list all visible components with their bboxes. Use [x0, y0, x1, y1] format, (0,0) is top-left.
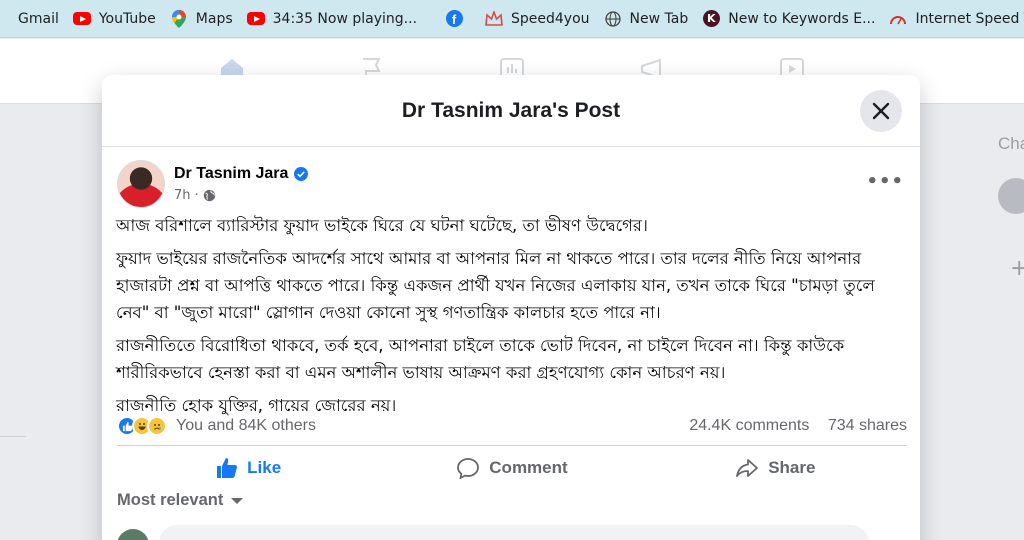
- bookmark-label: Gmail: [18, 10, 59, 27]
- bookmark-label: Maps: [195, 10, 233, 27]
- bookmark-new-tab[interactable]: New Tab: [604, 5, 689, 33]
- comment-icon: [457, 457, 480, 479]
- bookmark-facebook[interactable]: f: [445, 5, 471, 33]
- share-label: Share: [768, 457, 816, 477]
- post-dialog: Dr Tasnim Jara's Post Dr Tasnim Jara 7h …: [102, 75, 920, 540]
- post-header: Dr Tasnim Jara 7h ·: [117, 160, 309, 208]
- dialog-header: Dr Tasnim Jara's Post: [102, 75, 920, 147]
- crown-icon: [485, 10, 503, 28]
- share-icon: [736, 458, 759, 477]
- maps-icon: [170, 9, 188, 28]
- close-icon: [872, 102, 890, 120]
- sad-reaction-icon: [147, 416, 167, 436]
- bookmark-speed4you[interactable]: Speed4you: [485, 5, 590, 33]
- post-text: আজ বরিশালে ব্যারিস্টার ফুয়াদ ভাইকে ঘিরে…: [116, 212, 911, 425]
- bookmark-gmail[interactable]: Gmail: [0, 5, 59, 33]
- more-options-button[interactable]: •••: [866, 171, 904, 192]
- sort-label: Most relevant: [117, 491, 224, 509]
- post-time[interactable]: 7h: [174, 188, 191, 203]
- post-meta: 7h ·: [174, 188, 308, 203]
- k-icon: K: [702, 10, 720, 28]
- thumbs-up-icon: [217, 457, 238, 478]
- reactions-summary: You and 84K others 24.4K comments 734 sh…: [117, 414, 907, 438]
- author-name: Dr Tasnim Jara: [174, 165, 289, 182]
- shares-count[interactable]: 734 shares: [828, 417, 907, 434]
- author-avatar[interactable]: [117, 160, 165, 208]
- avatar: [117, 529, 149, 540]
- dialog-title: Dr Tasnim Jara's Post: [401, 98, 621, 122]
- plus-icon: +: [1010, 256, 1024, 281]
- bookmark-maps[interactable]: Maps: [170, 5, 233, 33]
- comment-input[interactable]: [159, 525, 869, 540]
- comment-label: Comment: [489, 457, 568, 477]
- like-button[interactable]: Like: [117, 448, 380, 488]
- bookmark-label: Internet Speed Test...: [915, 10, 1024, 27]
- youtube-icon: [72, 10, 91, 28]
- bookmarks-bar: Gmail YouTube Maps 34:35 Now playing... …: [0, 0, 1024, 38]
- youtube-icon: [246, 10, 265, 28]
- reactions-text[interactable]: You and 84K others: [176, 417, 316, 435]
- bookmark-label: 34:35 Now playing...: [272, 10, 418, 27]
- background-chats-header: Cha: [998, 134, 1024, 153]
- separator-dot: ·: [194, 188, 199, 203]
- post-paragraph: আজ বরিশালে ব্যারিস্টার ফুয়াদ ভাইকে ঘিরে…: [116, 216, 648, 235]
- bookmark-youtube[interactable]: YouTube: [72, 5, 156, 33]
- comment-button[interactable]: Comment: [380, 448, 643, 488]
- bookmark-label: Speed4you: [511, 10, 590, 27]
- chevron-down-icon: [231, 497, 244, 504]
- bookmark-speed-test[interactable]: Internet Speed Test...: [889, 5, 1024, 33]
- speedometer-icon: [889, 10, 907, 28]
- globe-icon: [604, 10, 622, 28]
- post-paragraph: রাজনীতিতে বিরোধিতা থাকবে, তর্ক হবে, আপনা…: [116, 336, 845, 382]
- bookmark-label: New Tab: [629, 10, 689, 27]
- close-button[interactable]: [860, 90, 902, 132]
- bookmark-label: YouTube: [98, 10, 156, 27]
- gmail-icon: [0, 10, 10, 28]
- background-divider: [0, 436, 26, 437]
- bookmark-label: New to Keywords E...: [728, 10, 876, 27]
- comment-sort-dropdown[interactable]: Most relevant: [117, 491, 244, 510]
- verified-badge-icon: [294, 167, 309, 181]
- like-label: Like: [247, 457, 282, 477]
- globe-icon: [203, 189, 215, 202]
- reaction-icons[interactable]: You and 84K others: [117, 416, 316, 436]
- facebook-icon: f: [445, 10, 463, 28]
- bookmark-keywords[interactable]: K New to Keywords E...: [702, 5, 875, 33]
- post-actions-bar: Like Comment Share: [117, 445, 907, 489]
- author-block: Dr Tasnim Jara 7h ·: [174, 165, 309, 203]
- share-button[interactable]: Share: [644, 448, 907, 488]
- comments-count[interactable]: 24.4K comments: [689, 417, 809, 434]
- engagement-counts: 24.4K comments 734 shares: [675, 417, 907, 435]
- post-paragraph: ফুয়াদ ভাইয়ের রাজনৈতিক আদর্শের সাথে আমা…: [116, 249, 875, 322]
- avatar: [998, 178, 1024, 214]
- bookmark-now-playing[interactable]: 34:35 Now playing...: [246, 5, 418, 33]
- author-link[interactable]: Dr Tasnim Jara: [174, 165, 309, 183]
